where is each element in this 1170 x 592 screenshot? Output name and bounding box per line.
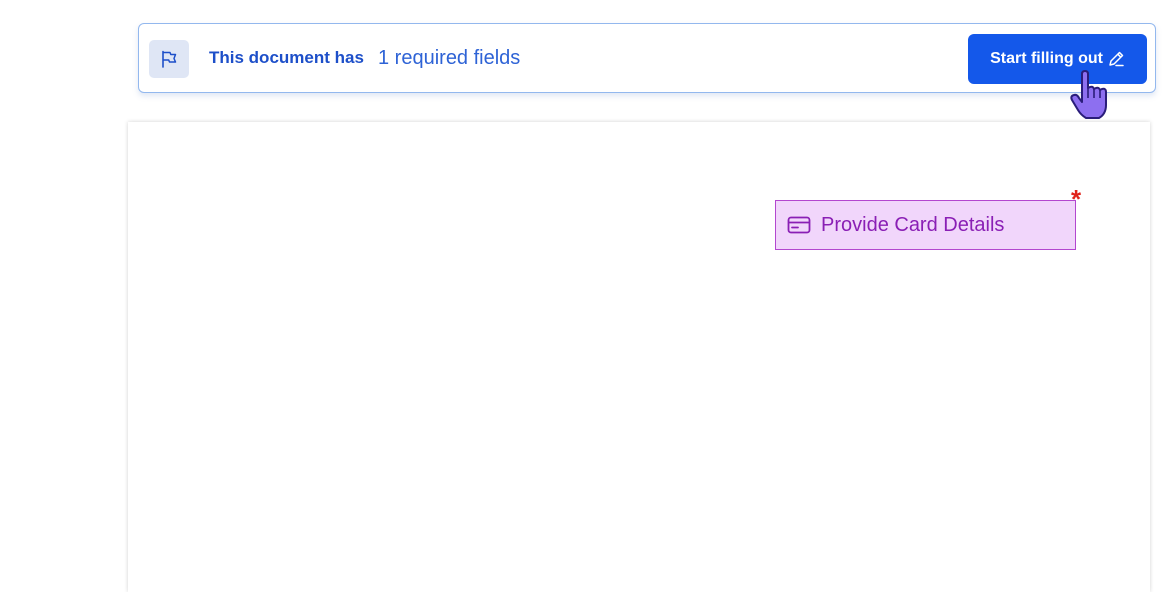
- credit-card-icon: [787, 216, 811, 234]
- pen-icon: [1107, 50, 1125, 68]
- required-fields-count: 1 required fields: [378, 47, 521, 69]
- flag-icon: [149, 40, 189, 78]
- required-fields-banner: This document has 1 required fields Star…: [138, 23, 1156, 93]
- start-filling-button[interactable]: Start filling out: [968, 34, 1147, 84]
- start-filling-label: Start filling out: [990, 50, 1103, 67]
- document-page: [128, 122, 1150, 592]
- required-asterisk: *: [1071, 184, 1082, 214]
- banner-message: This document has: [209, 48, 364, 67]
- card-details-label: Provide Card Details: [821, 213, 1005, 236]
- card-details-field[interactable]: Provide Card Details: [775, 200, 1076, 250]
